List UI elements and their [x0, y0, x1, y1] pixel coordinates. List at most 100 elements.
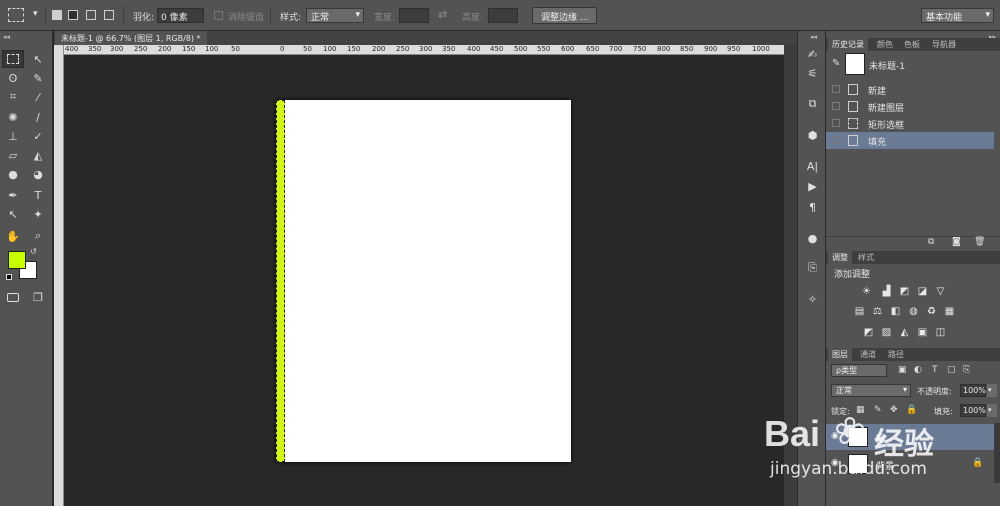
fill-dropdown-arrow[interactable]: ▾	[987, 404, 997, 417]
levels-icon[interactable]: ▟	[881, 286, 892, 297]
layer-filter-select[interactable]: ρ类型	[831, 364, 887, 377]
trash-icon[interactable]: 🗑	[974, 237, 985, 247]
eraser-tool-icon[interactable]: ▱	[2, 146, 24, 164]
height-input[interactable]	[488, 8, 518, 23]
default-colors-icon[interactable]	[6, 274, 12, 280]
foreground-color-swatch[interactable]	[8, 251, 26, 269]
history-checkbox[interactable]	[832, 136, 840, 144]
preset-dropdown-arrow[interactable]: ▾	[33, 9, 38, 19]
tab-styles[interactable]: 样式	[854, 251, 878, 264]
marquee-preset-icon[interactable]	[8, 8, 24, 22]
eyedropper-tool-icon[interactable]: ⁄	[27, 88, 49, 106]
pen-tool-icon[interactable]: ✒	[2, 186, 24, 204]
filter-type-icon[interactable]: T	[932, 365, 938, 375]
history-checkbox[interactable]	[832, 102, 840, 110]
document-tab[interactable]: 未标题-1 @ 66.7% (图层 1, RGB/8) *	[55, 31, 207, 45]
filter-adjustment-icon[interactable]: ◐	[914, 365, 922, 375]
filter-smart-icon[interactable]: ⎘	[963, 365, 970, 375]
3d-panel-icon[interactable]: ⬢	[798, 126, 827, 144]
color-lookup-icon[interactable]: ▦	[944, 306, 955, 317]
brightness-contrast-icon[interactable]: ☀	[861, 286, 872, 297]
new-selection-icon[interactable]	[52, 10, 62, 20]
brush-presets-icon[interactable]: ✍	[798, 45, 827, 63]
custom-shape-tool-icon[interactable]: ✦	[27, 205, 49, 223]
hand-tool-icon[interactable]: ✋	[2, 227, 24, 245]
snapshot-label[interactable]: 未标题-1	[869, 59, 905, 72]
path-select-tool-icon[interactable]: ↖	[2, 205, 24, 223]
history-brush-tool-icon[interactable]: ✓	[27, 127, 49, 145]
opacity-input[interactable]: 100%	[960, 384, 986, 397]
document-canvas[interactable]	[276, 100, 571, 462]
channel-mixer-icon[interactable]: ♻	[926, 306, 937, 317]
curves-icon[interactable]: ◩	[899, 286, 910, 297]
paragraph-panel-icon[interactable]: ¶	[798, 198, 827, 216]
feather-input[interactable]: 0 像素	[157, 8, 204, 23]
antialias-checkbox[interactable]	[214, 11, 223, 20]
paint-bucket-tool-icon[interactable]: ◭	[27, 146, 49, 164]
photo-filter-icon[interactable]: ◍	[908, 306, 919, 317]
tab-channels[interactable]: 通道	[856, 348, 880, 361]
invert-icon[interactable]: ◩	[863, 327, 874, 338]
quick-select-tool-icon[interactable]: ✎	[27, 69, 49, 87]
hue-saturation-icon[interactable]: ▤	[854, 306, 865, 317]
color-balance-icon[interactable]: ⚖	[872, 306, 883, 317]
gradient-map-icon[interactable]: ▣	[917, 327, 928, 338]
brush-tool-icon[interactable]: ∕	[27, 108, 49, 126]
tab-history[interactable]: 历史记录	[828, 38, 868, 51]
character-panel-icon[interactable]: A|	[798, 157, 827, 175]
threshold-icon[interactable]: ◭	[899, 327, 910, 338]
tab-navigator[interactable]: 导航器	[928, 38, 960, 51]
history-item-new-layer[interactable]: 新建图层	[826, 98, 994, 115]
intersect-selection-icon[interactable]	[104, 10, 114, 20]
blur-tool-icon[interactable]: ●	[2, 165, 24, 183]
dodge-tool-icon[interactable]: ◕	[27, 165, 49, 183]
zoom-tool-icon[interactable]: ⌕	[27, 227, 49, 245]
rect-marquee-tool-icon[interactable]	[2, 50, 24, 68]
toolbox-collapse-icon[interactable]: ◂◂	[3, 33, 10, 41]
snapshot-thumbnail[interactable]	[845, 53, 865, 75]
vibrance-icon[interactable]: ▽	[935, 286, 946, 297]
history-checkbox[interactable]	[832, 85, 840, 93]
tool-presets-icon[interactable]: ✧	[798, 290, 827, 308]
subtract-selection-icon[interactable]	[86, 10, 96, 20]
fill-input[interactable]: 100%	[960, 404, 986, 417]
info-panel-icon[interactable]: ⎘	[798, 259, 827, 277]
swap-colors-icon[interactable]: ↺	[30, 247, 37, 256]
selective-color-icon[interactable]: ◫	[935, 327, 946, 338]
exposure-icon[interactable]: ◪	[917, 286, 928, 297]
tab-layers[interactable]: 图层	[828, 348, 852, 361]
brush-panel-icon[interactable]: ⚟	[798, 64, 827, 82]
history-brush-source-icon[interactable]: ✎	[832, 58, 840, 69]
refine-edge-button[interactable]: 调整边缘 ...	[532, 7, 598, 24]
lasso-tool-icon[interactable]: ʘ	[2, 69, 24, 87]
selection-marquee[interactable]	[276, 100, 285, 462]
opacity-dropdown-arrow[interactable]: ▾	[987, 384, 997, 397]
filter-shape-icon[interactable]: ▢	[947, 365, 956, 375]
style-select[interactable]: 正常 ▾	[306, 8, 364, 23]
posterize-icon[interactable]: ▨	[881, 327, 892, 338]
clone-stamp-tool-icon[interactable]: ⊥	[2, 127, 24, 145]
new-document-from-state-icon[interactable]: ⧉	[928, 237, 934, 247]
layers-scrollbar[interactable]	[994, 423, 1000, 483]
quick-mask-icon[interactable]	[2, 288, 24, 306]
black-white-icon[interactable]: ◧	[890, 306, 901, 317]
history-checkbox[interactable]	[832, 119, 840, 127]
spot-healing-tool-icon[interactable]: ✺	[2, 108, 24, 126]
tab-color[interactable]: 颜色	[873, 38, 897, 51]
crop-tool-icon[interactable]: ⌗	[2, 88, 24, 106]
move-tool-icon[interactable]: ↖	[27, 50, 49, 68]
add-to-selection-icon[interactable]	[68, 10, 78, 20]
clone-source-icon[interactable]: ⧉	[798, 95, 827, 113]
new-snapshot-icon[interactable]: ◙	[952, 237, 961, 247]
tab-swatches[interactable]: 色板	[900, 38, 924, 51]
width-input[interactable]	[399, 8, 429, 23]
history-item-rect-marquee[interactable]: 矩形选框	[826, 115, 994, 132]
tab-adjustments[interactable]: 调整	[828, 251, 852, 264]
type-tool-icon[interactable]: T	[27, 186, 49, 204]
screen-mode-icon[interactable]: ❐	[27, 288, 49, 306]
swap-dimensions-icon[interactable]: ⇄	[438, 8, 447, 21]
actions-panel-icon[interactable]: ▶	[798, 177, 827, 195]
tab-paths[interactable]: 路径	[884, 348, 908, 361]
filter-pixel-icon[interactable]: ▣	[898, 365, 907, 375]
history-item-fill[interactable]: 填充	[826, 132, 994, 149]
